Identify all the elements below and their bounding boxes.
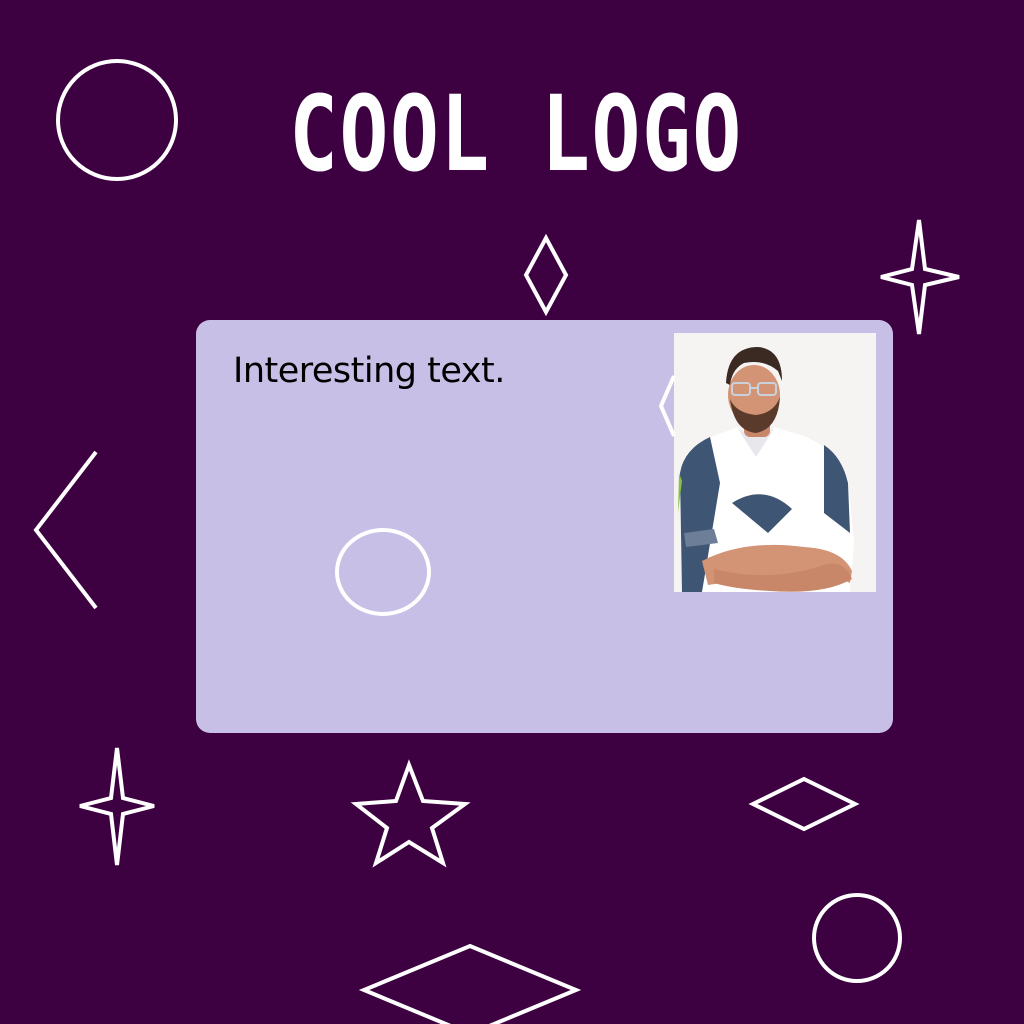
star-icon [350,759,471,868]
card-text: Interesting text. [233,351,505,391]
diamond-icon [358,943,582,1024]
diamond-icon [748,776,860,832]
chevron-left-icon [33,450,98,610]
sparkle-icon [79,747,155,866]
diamond-icon [523,233,569,317]
person-photo [674,333,876,592]
logo-text: COOL LOGO [289,73,743,195]
person-portrait-image [674,333,876,592]
circle-icon [812,893,902,983]
sparkle-icon [880,219,960,335]
